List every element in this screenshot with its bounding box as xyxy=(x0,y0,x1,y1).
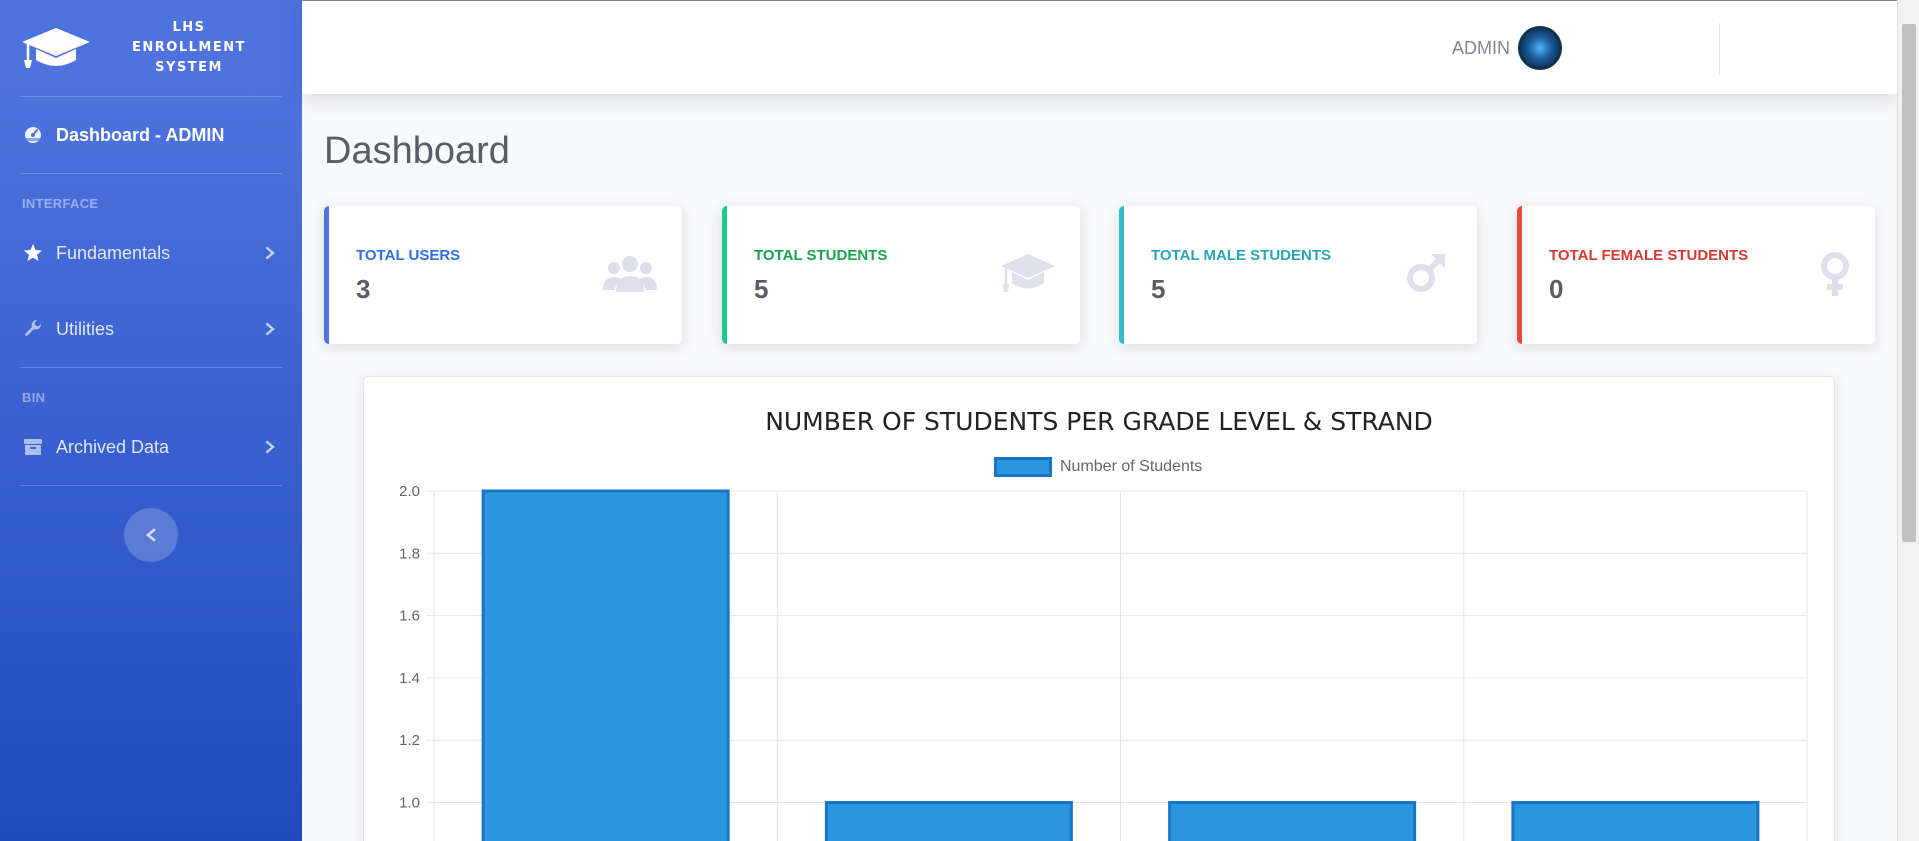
user-avatar[interactable] xyxy=(1518,26,1562,70)
brand-title: LHS ENROLLMENT SYSTEM xyxy=(132,20,246,75)
sidebar-item-dashboard[interactable]: Dashboard - ADMIN xyxy=(0,97,302,173)
chart-bar[interactable] xyxy=(1168,801,1417,841)
y-tick-label: 1.8 xyxy=(399,545,420,562)
card-total-male-students: TOTAL MALE STUDENTS 5 xyxy=(1119,206,1477,344)
sidebar-divider xyxy=(20,485,282,486)
card-label: TOTAL FEMALE STUDENTS xyxy=(1549,247,1749,264)
sidebar: LHS ENROLLMENT SYSTEM Dashboard - ADMIN … xyxy=(0,0,302,841)
chevron-right-icon xyxy=(265,440,275,454)
chart-card: NUMBER OF STUDENTS PER GRADE LEVEL & STR… xyxy=(363,376,1835,841)
sidebar-heading-interface: INTERFACE xyxy=(22,196,99,211)
card-label: TOTAL MALE STUDENTS xyxy=(1151,247,1331,264)
y-tick-label: 1.2 xyxy=(399,732,420,749)
chart-bar[interactable] xyxy=(824,801,1073,841)
chevron-right-icon xyxy=(265,322,275,336)
male-icon xyxy=(1407,254,1445,292)
scrollbar[interactable] xyxy=(1897,0,1919,841)
chevron-left-icon xyxy=(145,528,156,542)
sidebar-item-label: Utilities xyxy=(56,318,115,339)
topbar-divider xyxy=(1719,23,1720,75)
sidebar-item-label: Archived Data xyxy=(56,436,170,457)
tachometer-icon xyxy=(22,124,44,146)
y-tick-label: 1.0 xyxy=(399,795,420,812)
card-label: TOTAL STUDENTS xyxy=(754,247,888,264)
star-icon xyxy=(22,242,44,264)
y-tick-label: 1.6 xyxy=(399,608,420,625)
card-label: TOTAL USERS xyxy=(356,247,461,264)
sidebar-item-fundamentals[interactable]: Fundamentals xyxy=(0,215,302,291)
card-total-students: TOTAL STUDENTS 5 xyxy=(722,206,1080,344)
sidebar-item-archived-data[interactable]: Archived Data xyxy=(0,409,302,485)
chart-bar[interactable] xyxy=(1511,801,1760,841)
female-icon xyxy=(1821,252,1849,296)
sidebar-item-label: Fundamentals xyxy=(56,242,171,263)
sidebar-brand[interactable]: LHS ENROLLMENT SYSTEM xyxy=(0,0,302,96)
graduation-cap-icon xyxy=(22,28,90,68)
card-total-users: TOTAL USERS 3 xyxy=(324,206,682,344)
sidebar-heading-bin: BIN xyxy=(22,390,46,405)
bar-chart: 2.0 1.8 1.6 1.4 1.2 1.0 xyxy=(399,483,1808,841)
sidebar-item-utilities[interactable]: Utilities xyxy=(0,291,302,367)
archive-icon xyxy=(22,436,44,458)
y-tick-label: 1.4 xyxy=(399,670,420,687)
page-title: Dashboard xyxy=(324,130,510,172)
wrench-icon xyxy=(22,318,44,340)
topbar xyxy=(302,0,1897,94)
y-tick-label: 2.0 xyxy=(399,483,420,500)
card-value: 5 xyxy=(754,274,769,304)
scrollbar-thumb[interactable] xyxy=(1902,24,1916,542)
sidebar-toggle-button[interactable] xyxy=(124,508,178,562)
card-value: 3 xyxy=(356,274,371,304)
graduation-cap-icon xyxy=(1001,254,1055,292)
card-value: 0 xyxy=(1549,274,1564,304)
sidebar-item-label: Dashboard - ADMIN xyxy=(56,124,225,145)
users-icon xyxy=(603,256,657,292)
card-total-female-students: TOTAL FEMALE STUDENTS 0 xyxy=(1517,206,1875,344)
chart-bar[interactable] xyxy=(481,489,730,841)
user-name[interactable]: ADMIN xyxy=(1452,38,1510,59)
card-value: 5 xyxy=(1151,274,1166,304)
chevron-right-icon xyxy=(265,246,275,260)
